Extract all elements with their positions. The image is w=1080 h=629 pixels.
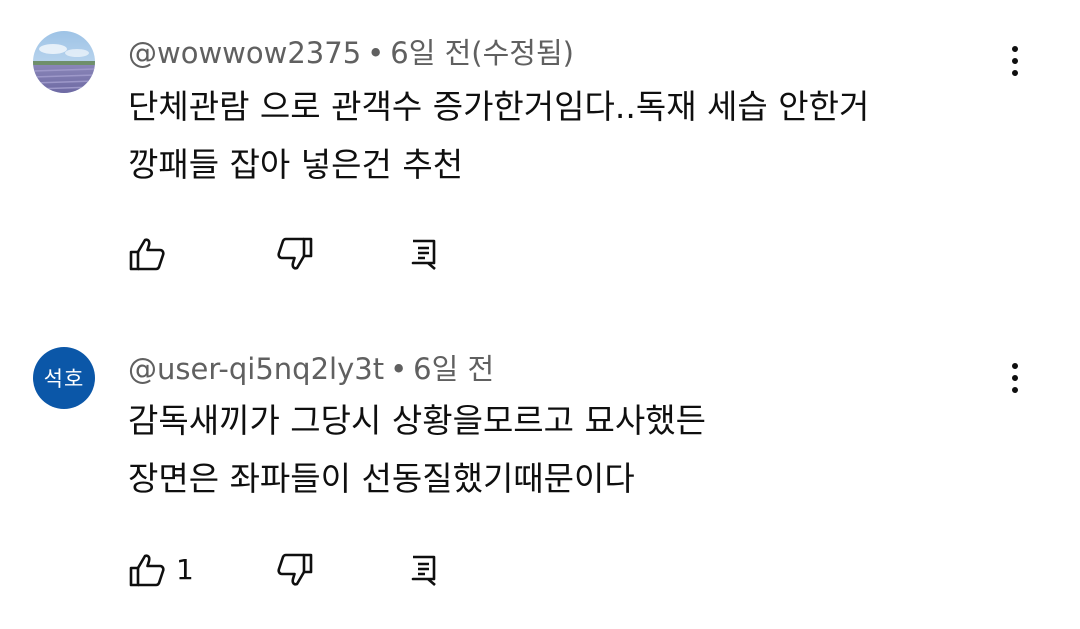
reply-icon: [411, 239, 436, 270]
like-count: 1: [176, 553, 194, 586]
comment-actions: [128, 234, 468, 274]
reply-button[interactable]: [410, 550, 438, 590]
reply-icon: [411, 555, 436, 586]
comment-text: 단체관람 으로 관객수 증가한거임다..독재 세습 안한거 깡패들 잡아 넣은건…: [128, 78, 869, 194]
thumb-down-icon: [277, 553, 313, 586]
like-button[interactable]: 1: [128, 550, 194, 590]
comment-line: 장면은 좌파들이 선동질했기때문이다: [128, 459, 635, 498]
dislike-button[interactable]: [276, 550, 314, 590]
comment-header: @user-qi5nq2ly3t • 6일 전: [128, 351, 494, 387]
comment-line: 감독새끼가 그당시 상황을모르고 묘사했든: [128, 401, 706, 440]
comment-text: 감독새끼가 그당시 상황을모르고 묘사했든 장면은 좌파들이 선동질했기때문이다: [128, 392, 706, 508]
comment-line: 단체관람 으로 관객수 증가한거임다..독재 세습 안한거: [128, 87, 870, 126]
comment-time: 6일 전: [413, 352, 495, 386]
like-button[interactable]: [128, 234, 176, 274]
comment-time: 6일 전(수정됨): [390, 36, 574, 70]
avatar-initials: 석호: [43, 367, 85, 391]
more-vert-icon[interactable]: [1003, 357, 1027, 399]
thumb-up-icon: [129, 238, 165, 271]
thumb-down-icon: [277, 237, 313, 270]
separator-dot: •: [367, 36, 385, 70]
comment-item: 석호 @user-qi5nq2ly3t • 6일 전 감독새끼가 그당시 상황을모르…: [0, 318, 1080, 629]
author-name[interactable]: @wowwow2375: [128, 36, 361, 70]
avatar[interactable]: 석호: [33, 347, 95, 409]
comment-actions: 1: [128, 550, 468, 590]
thumb-up-icon: [129, 554, 165, 587]
comment-header: @wowwow2375 • 6일 전(수정됨): [128, 35, 574, 71]
lavender-field-photo: [33, 31, 95, 93]
author-name[interactable]: @user-qi5nq2ly3t: [128, 352, 384, 386]
comment-line: 깡패들 잡아 넣은건 추천: [128, 145, 464, 184]
dislike-button[interactable]: [276, 234, 314, 274]
avatar[interactable]: [33, 31, 95, 93]
reply-button[interactable]: [410, 234, 438, 274]
separator-dot: •: [390, 352, 408, 386]
more-vert-icon[interactable]: [1003, 40, 1027, 82]
comment-item: @wowwow2375 • 6일 전(수정됨) 단체관람 으로 관객수 증가한거임다…: [0, 0, 1080, 318]
